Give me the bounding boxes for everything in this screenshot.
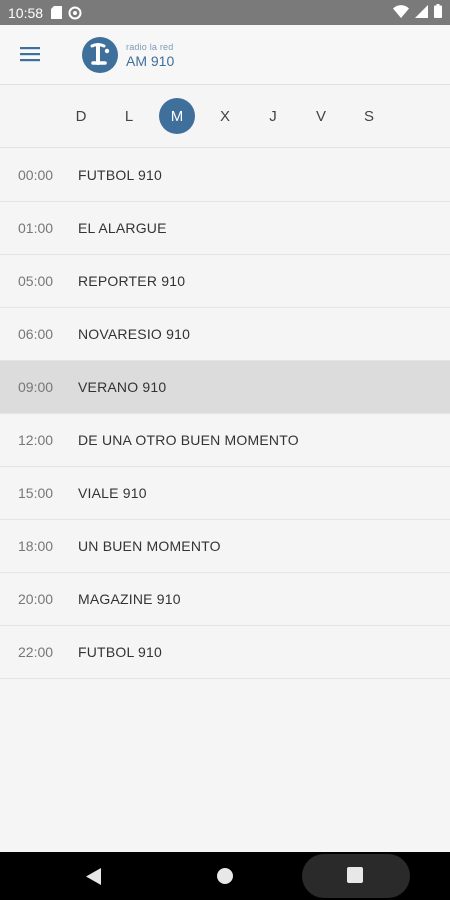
program-name: FUTBOL 910 [78, 167, 162, 183]
battery-icon [434, 4, 442, 21]
day-tab-l[interactable]: L [111, 98, 147, 134]
program-name: MAGAZINE 910 [78, 591, 181, 607]
status-bar: 10:58 [0, 0, 450, 25]
program-time: 18:00 [18, 538, 54, 554]
program-name: FUTBOL 910 [78, 644, 162, 660]
logo-mark-icon [82, 37, 118, 73]
home-circle-icon[interactable] [217, 868, 233, 884]
program-time: 01:00 [18, 220, 54, 236]
logo-subtitle: radio la red [126, 41, 174, 52]
program-time: 12:00 [18, 432, 54, 448]
program-time: 20:00 [18, 591, 54, 607]
schedule-row[interactable]: 15:00 VIALE 910 [0, 467, 450, 520]
program-name: VIALE 910 [78, 485, 147, 501]
day-tab-j[interactable]: J [255, 98, 291, 134]
sd-card-icon [51, 6, 63, 19]
schedule-row[interactable]: 22:00 FUTBOL 910 [0, 626, 450, 679]
recents-square-icon[interactable] [347, 867, 363, 883]
cellular-signal-icon [415, 4, 428, 21]
schedule-row[interactable]: 06:00 NOVARESIO 910 [0, 308, 450, 361]
program-time: 15:00 [18, 485, 54, 501]
app-bar: radio la red AM 910 [0, 25, 450, 85]
wifi-icon [393, 4, 409, 21]
schedule-row[interactable]: 20:00 MAGAZINE 910 [0, 573, 450, 626]
program-time: 00:00 [18, 167, 54, 183]
program-name: DE UNA OTRO BUEN MOMENTO [78, 432, 299, 448]
day-tab-s[interactable]: S [351, 98, 387, 134]
schedule-row[interactable]: 05:00 REPORTER 910 [0, 255, 450, 308]
day-tab-m[interactable]: M [159, 98, 195, 134]
day-tab-x[interactable]: X [207, 98, 243, 134]
program-time: 06:00 [18, 326, 54, 342]
schedule-row[interactable]: 01:00 EL ALARGUE [0, 202, 450, 255]
program-time: 22:00 [18, 644, 54, 660]
hamburger-menu-icon[interactable] [18, 43, 42, 65]
program-name: NOVARESIO 910 [78, 326, 191, 342]
program-name: VERANO 910 [78, 379, 167, 395]
program-name: REPORTER 910 [78, 273, 186, 289]
schedule-row[interactable]: 12:00 DE UNA OTRO BUEN MOMENTO [0, 414, 450, 467]
day-tab-v[interactable]: V [303, 98, 339, 134]
status-time: 10:58 [8, 4, 44, 21]
system-navigation-bar [0, 852, 450, 900]
program-time: 09:00 [18, 379, 54, 395]
schedule-row[interactable]: 18:00 UN BUEN MOMENTO [0, 520, 450, 573]
schedule-row-current[interactable]: 09:00 VERANO 910 [0, 361, 450, 414]
at-sign-icon [68, 6, 82, 20]
back-triangle-icon[interactable] [86, 868, 102, 890]
logo-title: AM 910 [126, 52, 175, 69]
schedule-list: 00:00 FUTBOL 910 01:00 EL ALARGUE 05:00 … [0, 149, 450, 679]
radio-la-red-logo: radio la red AM 910 [82, 37, 174, 73]
program-time: 05:00 [18, 273, 54, 289]
schedule-row[interactable]: 00:00 FUTBOL 910 [0, 149, 450, 202]
day-tab-d[interactable]: D [63, 98, 99, 134]
program-name: UN BUEN MOMENTO [78, 538, 221, 554]
program-name: EL ALARGUE [78, 220, 167, 236]
day-selector: D L M X J V S [0, 86, 450, 148]
